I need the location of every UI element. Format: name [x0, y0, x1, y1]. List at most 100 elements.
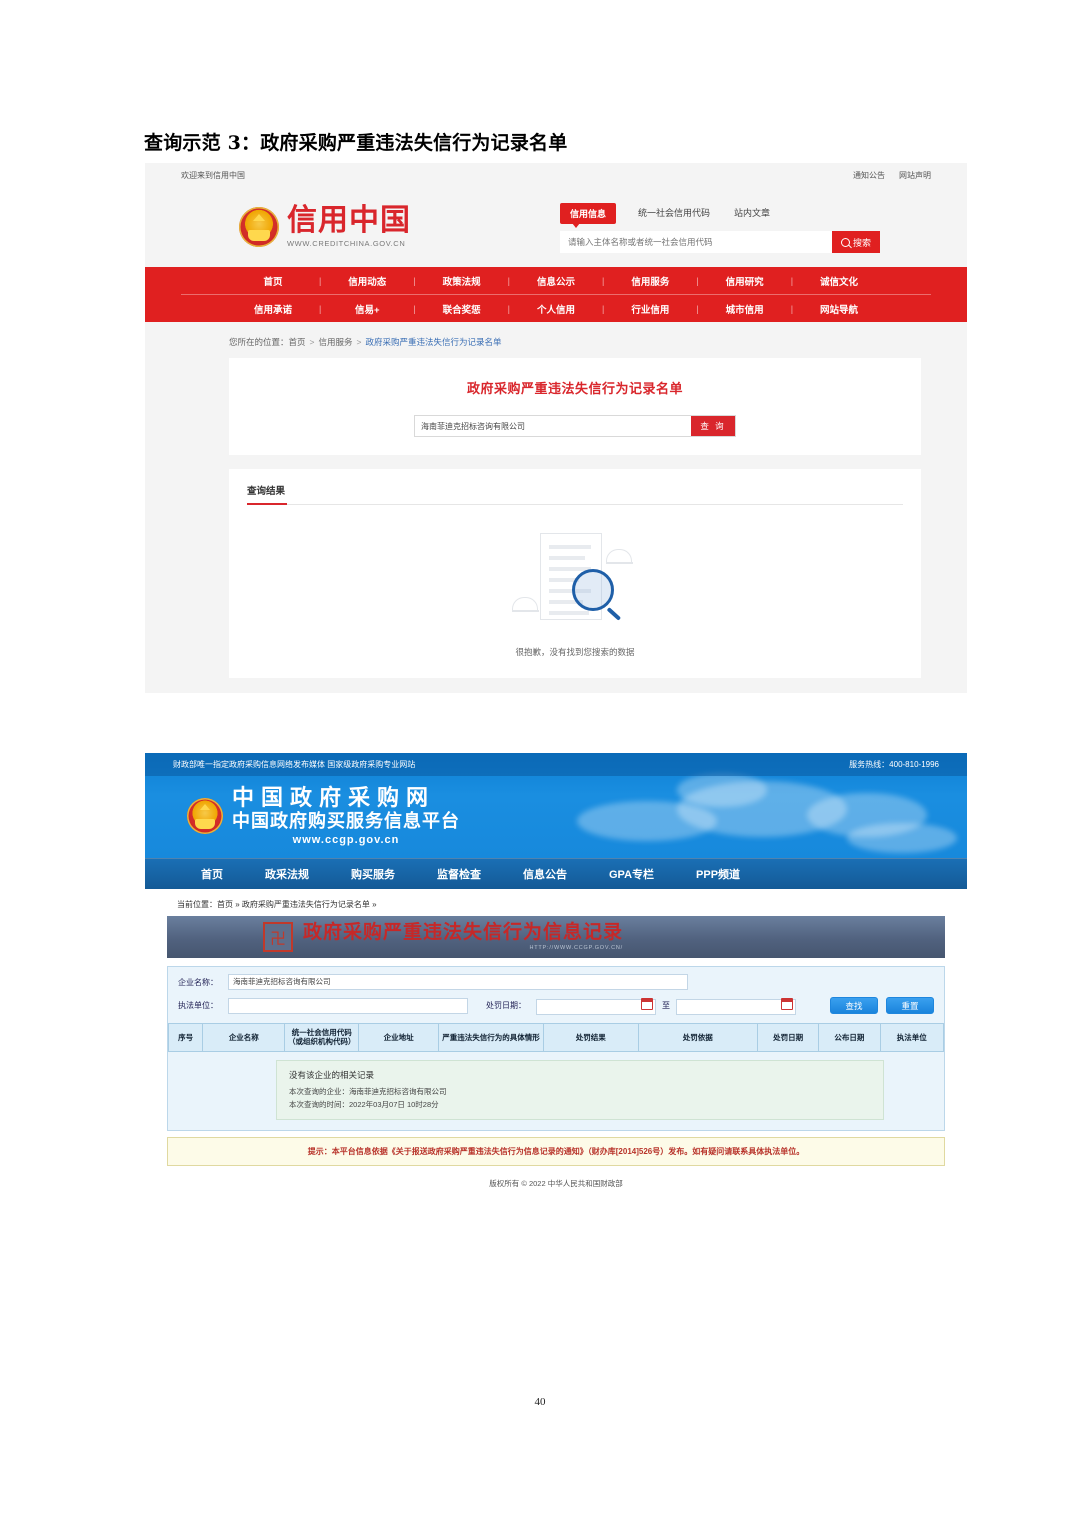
ccgp-nav-home[interactable]: 首页	[201, 866, 223, 882]
queried-time: 本次查询的时间：2022年03月07日 10时28分	[289, 1099, 439, 1109]
nav-row-2: 信用承诺 | 信易+ | 联合奖惩 | 个人信用 | 行业信用 | 城市信用 |…	[181, 294, 931, 322]
ccgp-screenshot: 财政部唯一指定政府采购信息网络发布媒体 国家级政府采购专业网站 服务热线：400…	[145, 753, 967, 1221]
ccgp-company-input[interactable]	[228, 974, 688, 990]
ccgp-topline: 财政部唯一指定政府采购信息网络发布媒体 国家级政府采购专业网站 服务热线：400…	[145, 753, 967, 776]
search-button-label: 搜索	[852, 237, 871, 248]
platform-notice: 提示：本平台信息依据《关于报送政府采购严重违法失信行为信息记录的通知》（财办库[…	[167, 1137, 945, 1167]
breadcrumb-home[interactable]: 首页	[289, 337, 306, 347]
ccgp-nav: 首页 政采法规 购买服务 监督检查 信息公告 GPA专栏 PPP频道	[145, 858, 967, 889]
nav-item-integrity-culture[interactable]: 诚信文化	[793, 274, 885, 288]
creditchina-logo[interactable]: 信用中国 WWW.CREDITCHINA.GOV.CN	[239, 206, 411, 248]
record-banner: 政府采购严重违法失信行为信息记录 HTTP://WWW.CCGP.GOV.CN/	[167, 916, 945, 958]
ccgp-footer: 版权所有 © 2022 中华人民共和国财政部	[489, 1179, 623, 1189]
ccgp-nav-gpa[interactable]: GPA专栏	[609, 866, 654, 882]
result-heading: 查询结果	[247, 483, 903, 505]
date-separator-label: 至	[662, 1001, 670, 1010]
ccgp-nav-announcements[interactable]: 信息公告	[523, 866, 567, 882]
document-page: 查询示范 3：政府采购严重违法失信行为记录名单 欢迎来到信用中国 通知公告 网站…	[0, 0, 1080, 1527]
link-site-statement[interactable]: 网站声明	[899, 170, 931, 181]
ccgp-search-button[interactable]: 查找	[830, 997, 878, 1014]
link-notice[interactable]: 通知公告	[853, 170, 885, 181]
enforcement-unit-label: 执法单位：	[178, 1001, 218, 1010]
ccgp-nav-regulations[interactable]: 政采法规	[265, 866, 309, 882]
calendar-icon[interactable]	[641, 998, 653, 1010]
th-violation: 严重违法失信行为的具体情形	[438, 1023, 544, 1052]
nav-item-credit-service[interactable]: 信用服务	[604, 274, 696, 288]
nav-item-home[interactable]: 首页	[227, 274, 319, 288]
calendar-icon[interactable]	[781, 998, 793, 1010]
banner-subtitle: HTTP://WWW.CCGP.GOV.CN/	[529, 945, 624, 951]
form-buttons: 查找 重置	[830, 997, 934, 1014]
th-address: 企业地址	[358, 1023, 440, 1052]
nav-item-credit-commitment[interactable]: 信用承诺	[227, 302, 319, 316]
topbar-links: 通知公告 网站声明	[853, 170, 931, 181]
ccgp-query-panel: 企业名称： 执法单位： 处罚日期： 至	[167, 966, 945, 1132]
th-penalty-result: 处罚结果	[543, 1023, 639, 1052]
nav-item-credit-research[interactable]: 信用研究	[699, 274, 791, 288]
ccgp-header: 财政部唯一指定政府采购信息网络发布媒体 国家级政府采购专业网站 服务热线：400…	[145, 753, 967, 858]
nav-item-policy[interactable]: 政策法规	[416, 274, 508, 288]
tab-site-articles[interactable]: 站内文章	[732, 203, 772, 222]
date-end-wrapper	[676, 996, 796, 1015]
company-label: 企业名称：	[178, 977, 218, 987]
penalty-date-label: 处罚日期：	[486, 1001, 526, 1010]
ccgp-logo[interactable]: 中国政府采购网 中国政府购买服务信息平台 www.ccgp.gov.cn	[145, 776, 967, 846]
ccgp-nav-ppp[interactable]: PPP频道	[696, 866, 740, 882]
empty-state: 很抱歉，没有找到您搜索的数据	[247, 505, 903, 658]
enforcement-unit-input[interactable]	[228, 997, 468, 1014]
national-emblem-icon	[239, 207, 279, 247]
creditchina-body: 您所在的位置：首页 > 信用服务 > 政府采购严重违法失信行为记录名单 政府采购严重违法…	[145, 322, 967, 678]
magnifier-icon	[572, 569, 614, 611]
creditchina-header: 信用中国 WWW.CREDITCHINA.GOV.CN 信用信息 统一社会信用代…	[145, 187, 967, 267]
nav-item-industry-credit[interactable]: 行业信用	[604, 302, 696, 316]
th-enforcement-unit: 执法单位	[879, 1023, 945, 1052]
banner-text: 政府采购严重违法失信行为信息记录 HTTP://WWW.CCGP.GOV.CN/	[303, 923, 624, 952]
nav-item-site-map[interactable]: 网站导航	[793, 302, 885, 316]
breadcrumb-prefix: 您所在的位置：	[229, 337, 289, 347]
breadcrumb-current: 政府采购严重违法失信行为记录名单	[365, 337, 502, 347]
query-card-title: 政府采购严重违法失信行为记录名单	[466, 381, 683, 396]
logo-url: WWW.CREDITCHINA.GOV.CN	[287, 239, 406, 248]
tab-unified-code[interactable]: 统一社会信用代码	[636, 203, 712, 222]
ccgp-hotline: 服务热线：400-810-1996	[849, 760, 939, 769]
penalty-date-end-input[interactable]	[676, 999, 796, 1015]
tab-credit-info[interactable]: 信用信息	[560, 203, 617, 228]
nav-item-city-credit[interactable]: 城市信用	[699, 302, 791, 316]
nav-item-personal-credit[interactable]: 个人信用	[510, 302, 602, 316]
creditchina-search: 信用信息 统一社会信用代码 站内文章 搜索	[560, 203, 880, 253]
ccgp-reset-button[interactable]: 重置	[886, 997, 934, 1014]
search-input[interactable]	[560, 231, 832, 253]
nav-item-public-info[interactable]: 信息公示	[510, 274, 602, 288]
logo-name: 信用中国	[287, 203, 411, 238]
ccgp-logo-line2: 中国政府购买服务信息平台	[232, 810, 460, 832]
welcome-text: 欢迎来到信用中国	[181, 170, 245, 180]
breadcrumb-credit-service[interactable]: 信用服务	[319, 337, 353, 347]
query-search-row: 查 询	[414, 415, 736, 437]
nav-item-credit-news[interactable]: 信用动态	[321, 274, 413, 288]
breadcrumb: 您所在的位置：首页 > 信用服务 > 政府采购严重违法失信行为记录名单	[181, 322, 931, 358]
logo-text: 信用中国 WWW.CREDITCHINA.GOV.CN	[287, 203, 411, 249]
penalty-date-start-input[interactable]	[536, 999, 656, 1015]
no-records-message: 没有该企业的相关记录 本次查询的企业：海南菲迪克招标咨询有限公司 本次查询的时间…	[276, 1059, 884, 1121]
nav-item-joint-rewards[interactable]: 联合奖惩	[416, 302, 508, 316]
th-credit-code: 统一社会信用代码（或组织机构代码）	[284, 1023, 360, 1052]
ccgp-nav-supervision[interactable]: 监督检查	[437, 866, 481, 882]
creditchina-screenshot: 欢迎来到信用中国 通知公告 网站声明 信用中国 WWW.CREDITCHINA.…	[145, 163, 967, 693]
search-row: 搜索	[560, 231, 880, 253]
records-table-head: 序号 企业名称 统一社会信用代码（或组织机构代码） 企业地址 严重违法失信行为的…	[167, 1023, 945, 1052]
ccgp-breadcrumb: 当前位置：首页 » 政府采购严重违法失信行为记录名单 »	[177, 900, 377, 909]
seal-icon	[263, 922, 293, 952]
ccgp-nav-purchase-service[interactable]: 购买服务	[351, 866, 395, 882]
page-title: 查询示范 3：政府采购严重违法失信行为记录名单	[144, 132, 568, 154]
th-penalty-basis: 处罚依据	[637, 1023, 759, 1052]
nav-item-xinyi-plus[interactable]: 信易+	[321, 302, 413, 316]
company-name-input[interactable]	[415, 416, 691, 436]
ccgp-query-form: 企业名称： 执法单位： 处罚日期： 至	[168, 967, 944, 1023]
query-card: 政府采购严重违法失信行为记录名单 查 询	[229, 358, 921, 455]
empty-state-text: 很抱歉，没有找到您搜索的数据	[515, 647, 635, 657]
search-button[interactable]: 搜索	[832, 231, 880, 253]
search-tabs: 信用信息 统一社会信用代码 站内文章	[560, 203, 880, 228]
query-button[interactable]: 查 询	[691, 416, 735, 436]
th-index: 序号	[167, 1023, 204, 1052]
search-icon	[840, 237, 850, 247]
